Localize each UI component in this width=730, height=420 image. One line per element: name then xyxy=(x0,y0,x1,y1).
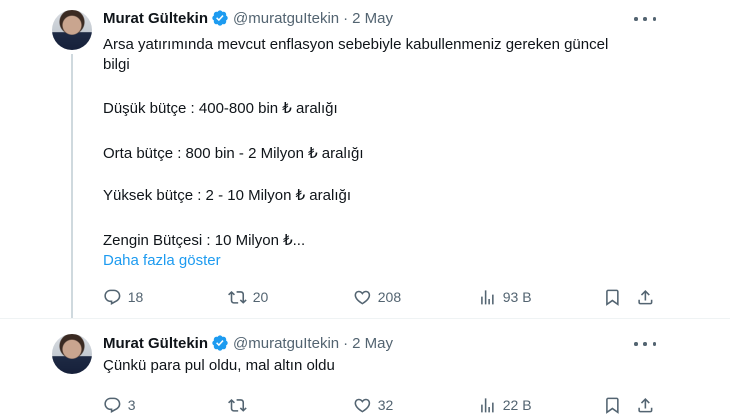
bookmark-icon xyxy=(606,289,619,306)
views-icon xyxy=(481,397,494,413)
tweet-text: Çünkü para pul oldu, mal altın oldu xyxy=(103,357,335,374)
tweet-date[interactable]: 2 May xyxy=(352,335,393,352)
views-icon xyxy=(481,289,494,305)
separator-dot: · xyxy=(343,9,349,27)
tweet-text-line-block: Yüksek bütçe : 2 - 10 Milyon ₺ aralığı xyxy=(103,186,663,206)
tweet-text-line: Arsa yatırımında mevcut enflasyon sebebi… xyxy=(103,36,609,53)
bookmark-button[interactable] xyxy=(603,395,622,415)
views-button[interactable]: 93 B xyxy=(478,287,532,307)
reply-icon xyxy=(104,397,121,413)
show-more-link[interactable]: Daha fazla göster xyxy=(103,252,221,269)
reply-count: 3 xyxy=(127,397,136,413)
bookmark-icon xyxy=(606,397,619,414)
retweet-icon xyxy=(228,398,247,412)
thread-line xyxy=(71,54,73,318)
share-button[interactable] xyxy=(636,287,655,307)
tweet-date[interactable]: 2 May xyxy=(352,10,393,27)
budget-high: Yüksek bütçe : 2 - 10 Milyon ₺ aralığı xyxy=(103,187,351,204)
author-handle[interactable]: @muratguItekin xyxy=(233,335,339,352)
tweet-text-line-block: Zengin Bütçesi : 10 Milyon ₺... xyxy=(103,231,663,251)
share-icon xyxy=(638,397,653,413)
budget-low: Düşük bütçe : 400-800 bin ₺ aralığı xyxy=(103,100,338,117)
verified-badge-icon[interactable] xyxy=(211,9,229,27)
views-count: 22 B xyxy=(502,397,532,413)
reply-count: 18 xyxy=(127,289,144,305)
author-handle[interactable]: @muratguItekin xyxy=(233,10,339,27)
avatar[interactable] xyxy=(52,10,92,50)
author-name[interactable]: Murat Gültekin xyxy=(103,335,208,352)
share-button[interactable] xyxy=(636,395,655,415)
views-button[interactable]: 22 B xyxy=(478,395,532,415)
views-count: 93 B xyxy=(502,289,532,305)
reply-button[interactable]: 3 xyxy=(103,395,136,415)
share-icon xyxy=(638,289,653,305)
bookmark-button[interactable] xyxy=(603,287,622,307)
like-icon xyxy=(354,290,371,305)
separator-dot: · xyxy=(343,334,349,352)
reply-icon xyxy=(104,289,121,305)
retweet-button[interactable]: 20 xyxy=(228,287,268,307)
tweet-header: Murat Gültekin @muratguItekin · 2 May xyxy=(103,9,393,27)
like-count: 32 xyxy=(377,397,394,413)
budget-mid: Orta bütçe : 800 bin - 2 Milyon ₺ aralığ… xyxy=(103,145,364,162)
reply-button[interactable]: 18 xyxy=(103,287,143,307)
more-icon[interactable] xyxy=(634,335,656,353)
like-button[interactable]: 208 xyxy=(353,287,401,307)
retweet-button[interactable] xyxy=(228,395,253,415)
tweet-text-line-block: Orta bütçe : 800 bin - 2 Milyon ₺ aralığ… xyxy=(103,144,663,164)
more-icon[interactable] xyxy=(634,10,656,28)
retweet-icon xyxy=(228,290,247,304)
verified-badge-icon[interactable] xyxy=(211,334,229,352)
tweet-1[interactable]: Murat Gültekin @muratguItekin · 2 May Ar… xyxy=(0,0,730,318)
retweet-count: 20 xyxy=(252,289,269,305)
tweet-header: Murat Gültekin @muratguItekin · 2 May xyxy=(103,334,393,352)
like-button[interactable]: 32 xyxy=(353,395,393,415)
like-icon xyxy=(354,398,371,413)
tweet-text: Arsa yatırımında mevcut enflasyon sebebi… xyxy=(103,35,663,75)
like-count: 208 xyxy=(377,289,402,305)
tweet-text-line: bilgi xyxy=(103,56,130,73)
author-name[interactable]: Murat Gültekin xyxy=(103,10,208,27)
tweet-actions: 18 20 208 93 B xyxy=(0,287,730,307)
budget-rich: Zengin Bütçesi : 10 Milyon ₺... xyxy=(103,232,306,249)
tweet-text-line-block: Düşük bütçe : 400-800 bin ₺ aralığı xyxy=(103,99,663,119)
avatar[interactable] xyxy=(52,334,92,374)
tweet-actions: 3 32 22 B xyxy=(0,395,730,415)
